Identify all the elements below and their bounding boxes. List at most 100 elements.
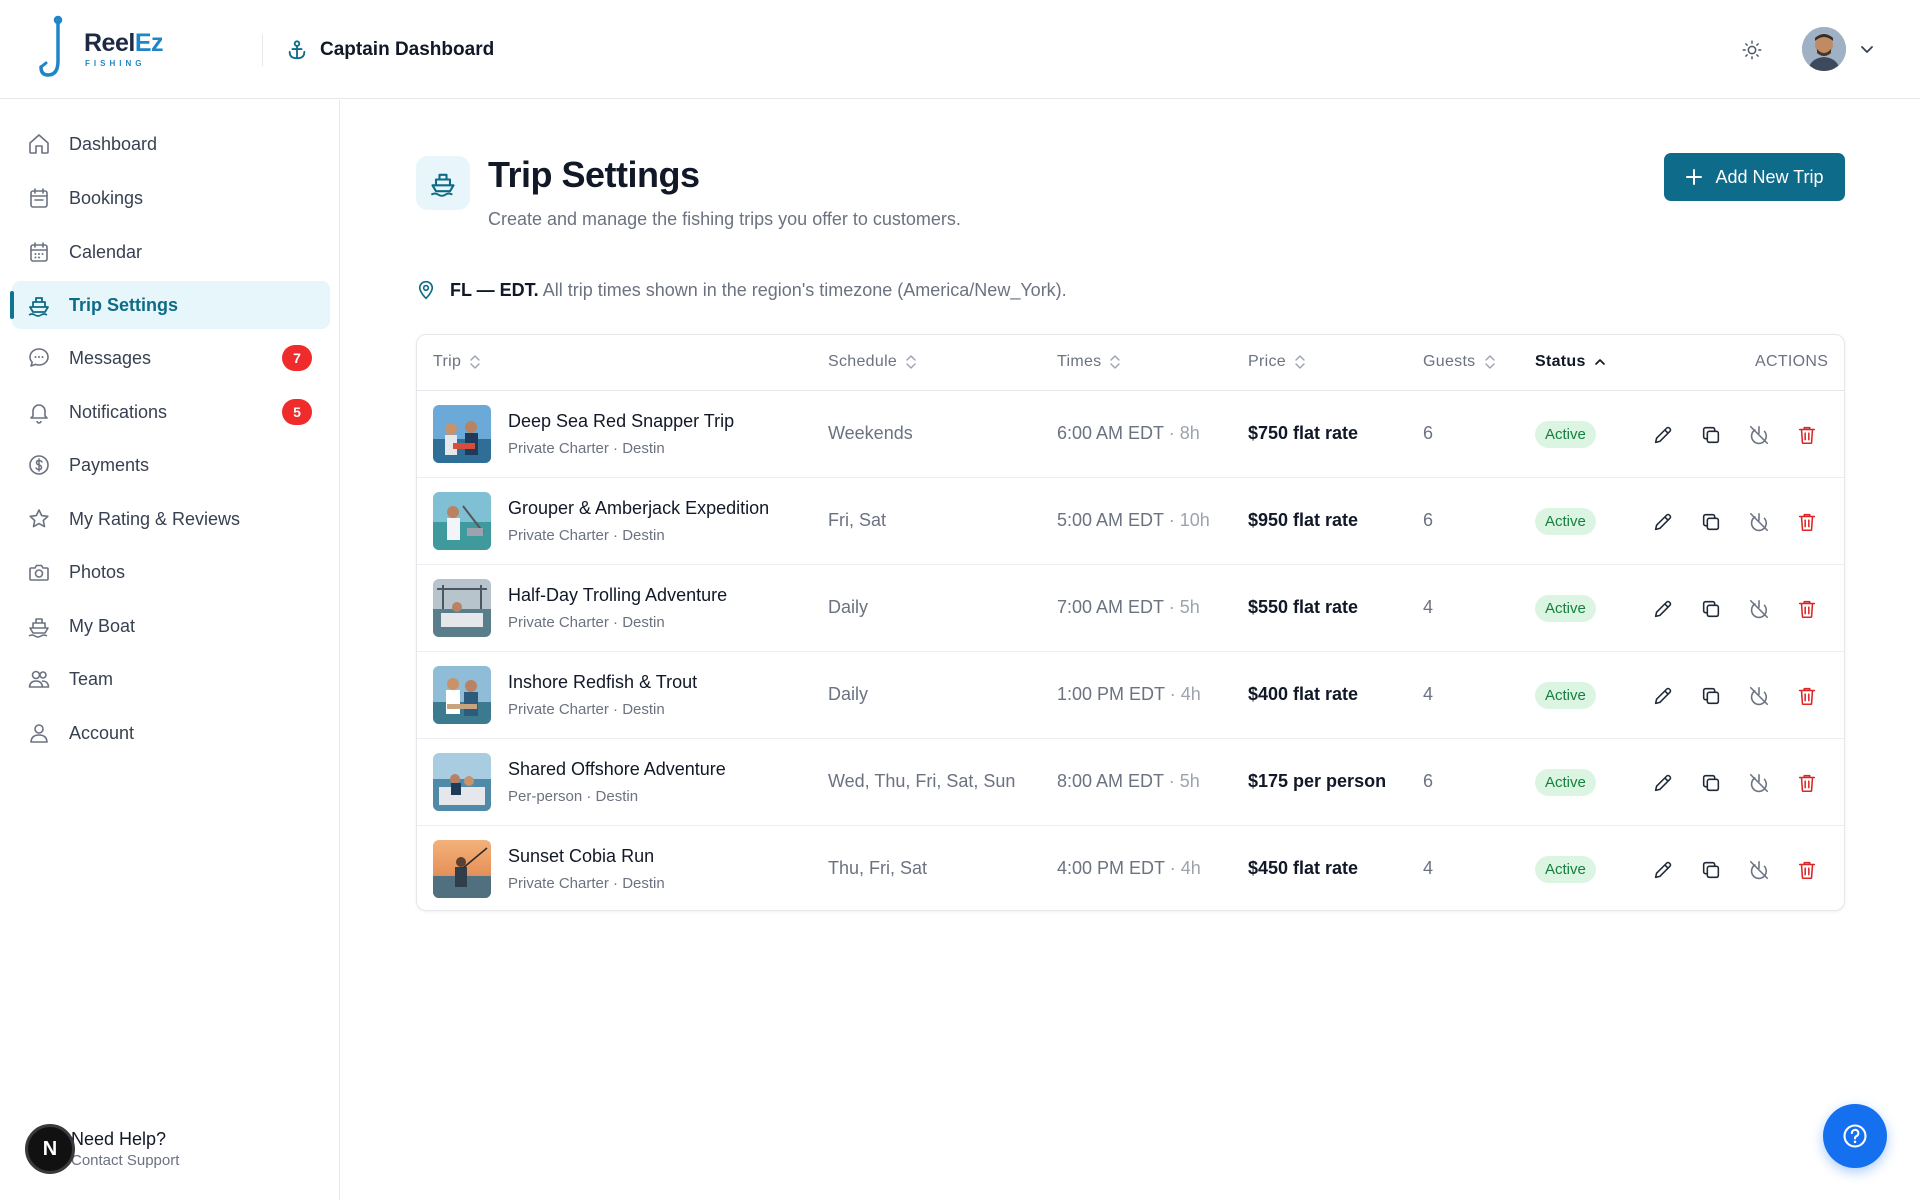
- sidebar-item-account[interactable]: Account: [12, 709, 330, 757]
- duplicate-button[interactable]: [1699, 423, 1723, 447]
- messages-badge: 7: [282, 345, 312, 371]
- status-badge: Active: [1535, 421, 1596, 448]
- contact-support-link[interactable]: Contact Support: [71, 1152, 179, 1169]
- edit-button[interactable]: [1651, 858, 1675, 882]
- trip-name[interactable]: Sunset Cobia Run: [508, 846, 654, 867]
- duplicate-button[interactable]: [1699, 597, 1723, 621]
- help-fab-button[interactable]: [1823, 1104, 1887, 1168]
- trip-name[interactable]: Half-Day Trolling Adventure: [508, 585, 727, 606]
- edit-button[interactable]: [1651, 597, 1675, 621]
- column-header-trip[interactable]: Trip: [433, 353, 481, 371]
- edit-button[interactable]: [1651, 684, 1675, 708]
- delete-button[interactable]: [1795, 423, 1819, 447]
- trip-times: 8:00 AM EDT · 5h: [1057, 771, 1200, 791]
- pencil-icon: [1654, 687, 1672, 705]
- column-header-guests[interactable]: Guests: [1423, 353, 1496, 371]
- status-badge: Active: [1535, 508, 1596, 535]
- disable-button[interactable]: [1747, 684, 1771, 708]
- trip-meta: Private Charter · Destin: [508, 875, 665, 892]
- copy-icon: [1702, 426, 1720, 444]
- help-circle-icon: [1843, 1124, 1867, 1148]
- trip-times: 5:00 AM EDT · 10h: [1057, 510, 1210, 530]
- sidebar-item-bookings[interactable]: Bookings: [12, 174, 330, 222]
- delete-button[interactable]: [1795, 684, 1819, 708]
- column-header-schedule[interactable]: Schedule: [828, 353, 917, 371]
- trip-name[interactable]: Inshore Redfish & Trout: [508, 672, 697, 693]
- clipboard-icon: [26, 185, 52, 211]
- disable-button[interactable]: [1747, 597, 1771, 621]
- disable-button[interactable]: [1747, 858, 1771, 882]
- trip-schedule: Daily: [828, 597, 869, 617]
- sort-icon: [906, 355, 916, 369]
- table-row[interactable]: Shared Offshore Adventure Per-person · D…: [417, 739, 1844, 826]
- delete-button[interactable]: [1795, 510, 1819, 534]
- sidebar-item-team[interactable]: Team: [12, 655, 330, 703]
- timezone-label: FL — EDT.: [450, 279, 539, 300]
- disable-button[interactable]: [1747, 510, 1771, 534]
- table-row[interactable]: Grouper & Amberjack Expedition Private C…: [417, 478, 1844, 565]
- add-new-trip-button[interactable]: Add New Trip: [1664, 153, 1845, 201]
- trip-schedule: Fri, Sat: [828, 510, 887, 530]
- calendar-icon: [26, 239, 52, 265]
- brand-name: Reel: [84, 28, 135, 57]
- brand-logo[interactable]: ReelEz FISHING: [38, 14, 188, 84]
- sidebar-item-trip-settings[interactable]: Trip Settings: [10, 281, 330, 329]
- sidebar-item-calendar[interactable]: Calendar: [12, 228, 330, 276]
- edit-button[interactable]: [1651, 771, 1675, 795]
- user-avatar[interactable]: [1802, 27, 1846, 71]
- edit-button[interactable]: [1651, 423, 1675, 447]
- column-header-times[interactable]: Times: [1057, 353, 1121, 371]
- pencil-icon: [1654, 861, 1672, 879]
- ship-icon: [416, 156, 470, 210]
- sidebar-item-reviews[interactable]: My Rating & Reviews: [12, 495, 330, 543]
- trip-meta: Per-person · Destin: [508, 788, 639, 805]
- table-row[interactable]: Half-Day Trolling Adventure Private Char…: [417, 565, 1844, 652]
- disable-button[interactable]: [1747, 771, 1771, 795]
- need-help-section[interactable]: N Need Help? Contact Support: [25, 1124, 179, 1174]
- column-header-status[interactable]: Status: [1535, 353, 1606, 371]
- table-row[interactable]: Inshore Redfish & Trout Private Charter …: [417, 652, 1844, 739]
- trip-guests: 4: [1423, 684, 1434, 704]
- table-row[interactable]: Sunset Cobia Run Private Charter · Desti…: [417, 826, 1844, 910]
- trip-thumbnail: [433, 579, 491, 637]
- duplicate-button[interactable]: [1699, 510, 1723, 534]
- sidebar-item-label: Account: [69, 722, 135, 743]
- trip-price: $950 flat rate: [1248, 510, 1359, 530]
- trip-schedule: Wed, Thu, Fri, Sat, Sun: [828, 771, 1016, 791]
- duplicate-button[interactable]: [1699, 771, 1723, 795]
- page-subtitle: Create and manage the fishing trips you …: [488, 209, 961, 229]
- help-avatar[interactable]: N: [25, 1124, 75, 1174]
- column-header-price[interactable]: Price: [1248, 353, 1306, 371]
- sidebar: Dashboard Bookings Calendar Trip Setting…: [0, 100, 340, 1200]
- timezone-text: All trip times shown in the region's tim…: [542, 279, 1067, 300]
- trip-name[interactable]: Shared Offshore Adventure: [508, 759, 726, 780]
- account-menu-toggle[interactable]: [1856, 38, 1878, 60]
- sidebar-item-dashboard[interactable]: Dashboard: [12, 120, 330, 168]
- sidebar-item-payments[interactable]: Payments: [12, 441, 330, 489]
- table-row[interactable]: Deep Sea Red Snapper Trip Private Charte…: [417, 391, 1844, 478]
- chevron-down-icon: [1861, 46, 1873, 53]
- sidebar-item-photos[interactable]: Photos: [12, 548, 330, 596]
- theme-toggle-button[interactable]: [1738, 36, 1766, 64]
- sidebar-item-label: My Rating & Reviews: [69, 508, 241, 529]
- disable-button[interactable]: [1747, 423, 1771, 447]
- duplicate-button[interactable]: [1699, 858, 1723, 882]
- sidebar-item-notifications[interactable]: Notifications 5: [12, 388, 330, 436]
- delete-button[interactable]: [1795, 771, 1819, 795]
- sidebar-item-messages[interactable]: Messages 7: [12, 334, 330, 382]
- timezone-notice: FL — EDT. All trip times shown in the re…: [416, 277, 1067, 303]
- header-title-group: Captain Dashboard: [286, 34, 494, 66]
- trip-price: $550 flat rate: [1248, 597, 1359, 617]
- sidebar-item-my-boat[interactable]: My Boat: [12, 602, 330, 650]
- delete-button[interactable]: [1795, 597, 1819, 621]
- delete-button[interactable]: [1795, 858, 1819, 882]
- trip-thumbnail: [433, 405, 491, 463]
- status-badge: Active: [1535, 856, 1596, 883]
- trip-name[interactable]: Grouper & Amberjack Expedition: [508, 498, 769, 519]
- trip-thumbnail: [433, 753, 491, 811]
- duplicate-button[interactable]: [1699, 684, 1723, 708]
- trip-name[interactable]: Deep Sea Red Snapper Trip: [508, 411, 734, 432]
- sidebar-item-label: Trip Settings: [69, 294, 179, 315]
- sort-icon: [1484, 355, 1495, 369]
- edit-button[interactable]: [1651, 510, 1675, 534]
